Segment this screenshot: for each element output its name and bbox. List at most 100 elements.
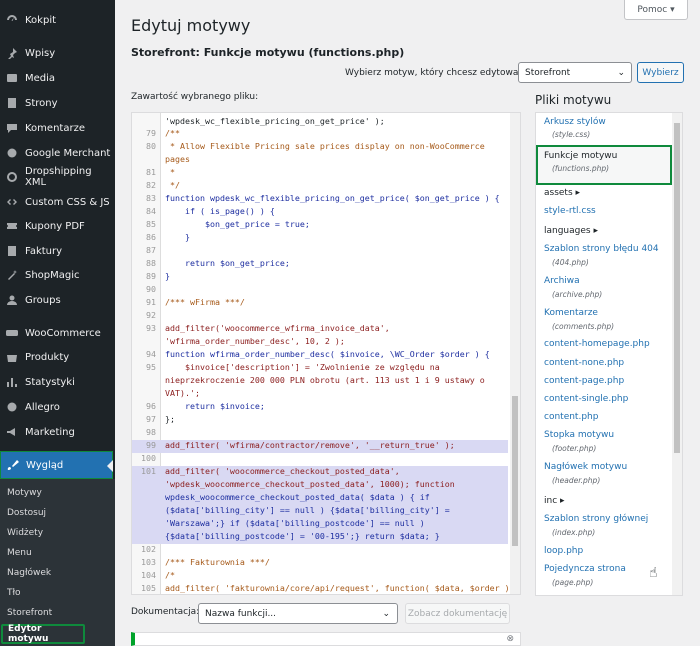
menu-label: Komentarze: [25, 122, 85, 134]
invoice-icon: [6, 245, 18, 257]
file-link-content-page[interactable]: content-page.php: [544, 376, 624, 386]
submenu-item-naglowek[interactable]: Nagłówek: [7, 568, 51, 578]
folder-inc[interactable]: inc ▸: [544, 496, 565, 506]
help-label: Pomoc: [637, 4, 668, 15]
file-subname: (header.php): [552, 476, 601, 485]
file-subname: (style.css): [552, 130, 591, 139]
file-link-style-rtl[interactable]: style-rtl.css: [544, 206, 596, 216]
magic-icon: [6, 269, 18, 281]
file-link-index[interactable]: Szablon strony głównej: [544, 514, 648, 524]
files-scrollbar[interactable]: [672, 113, 682, 595]
file-link-page[interactable]: Pojedyncza strona: [544, 564, 626, 574]
code-line-selected: 'Warszawa';} if ($data['billing_postcode…: [132, 518, 508, 531]
file-link-style-css[interactable]: Arkusz stylów: [544, 117, 606, 127]
file-link-loop[interactable]: loop.php: [544, 546, 583, 556]
submenu-item-tlo[interactable]: Tło: [7, 588, 21, 598]
file-subtitle: Storefront: Funkcje motywu (functions.ph…: [131, 46, 405, 59]
file-link-comments[interactable]: Komentarze: [544, 308, 598, 318]
menu-item-produkty[interactable]: Produkty: [0, 345, 115, 369]
menu-item-dropshipping[interactable]: Dropshipping XML: [0, 165, 115, 189]
coupon-icon: [6, 220, 18, 232]
help-button[interactable]: Pomoc ▾: [624, 0, 688, 20]
menu-item-kupony[interactable]: Kupony PDF: [0, 214, 115, 238]
menu-item-woocommerce[interactable]: WooCommerce: [0, 321, 115, 345]
hand-cursor-icon: ☝: [649, 565, 658, 581]
menu-label: Allegro: [25, 401, 60, 413]
submenu-item-edytor-motywu[interactable]: Edytor motywu: [1, 624, 85, 644]
menu-label: Wpisy: [25, 47, 56, 59]
notice-box: ⊗: [131, 632, 521, 646]
file-subname: (index.php): [552, 528, 596, 537]
menu-label: Strony: [25, 97, 58, 109]
media-icon: [6, 72, 18, 84]
menu-label: Dropshipping XML: [25, 166, 92, 188]
stats-icon: [6, 376, 18, 388]
menu-item-marketing[interactable]: Marketing: [0, 420, 115, 444]
menu-item-komentarze[interactable]: Komentarze: [0, 116, 115, 140]
file-link-404[interactable]: Szablon strony błędu 404: [544, 244, 659, 254]
file-link-content[interactable]: content.php: [544, 412, 598, 422]
file-link-content-single[interactable]: content-single.php: [544, 394, 628, 404]
folder-languages[interactable]: languages ▸: [544, 226, 598, 236]
choose-theme-label: Wybierz motyw, który chcesz edytować:: [345, 68, 527, 78]
code-editor[interactable]: 'wpdesk_wc_flexible_pricing_on_get_price…: [131, 112, 521, 595]
menu-item-media[interactable]: Media: [0, 66, 115, 90]
theme-files-title: Pliki motywu: [535, 93, 612, 107]
editor-scrollbar[interactable]: [510, 113, 520, 594]
submenu-item-widzety[interactable]: Widżety: [7, 528, 43, 538]
menu-item-allegro[interactable]: Allegro: [0, 395, 115, 419]
menu-label: Produkty: [25, 351, 70, 363]
file-link-footer[interactable]: Stopka motywu: [544, 430, 614, 440]
function-name-select[interactable]: Nazwa funkcji... ⌄: [198, 603, 398, 624]
submenu-item-motywy[interactable]: Motywy: [7, 488, 42, 498]
file-link-header[interactable]: Nagłówek motywu: [544, 462, 627, 472]
folder-assets[interactable]: assets ▸: [544, 188, 580, 198]
file-subname: (comments.php): [552, 322, 615, 331]
menu-label: ShopMagic: [25, 269, 80, 281]
file-link-archive[interactable]: Archiwa: [544, 276, 580, 286]
menu-label: Faktury: [25, 245, 63, 257]
comment-icon: [6, 122, 18, 134]
close-icon[interactable]: ⊗: [506, 634, 514, 644]
editor-scrollbar-thumb[interactable]: [512, 396, 518, 546]
menu-item-strony[interactable]: Strony: [0, 91, 115, 115]
view-documentation-button[interactable]: Zobacz dokumentację: [405, 603, 510, 624]
menu-label: Wygląd: [26, 459, 64, 471]
file-subname: (functions.php): [552, 164, 610, 173]
woocommerce-icon: [6, 327, 18, 339]
menu-label: Media: [25, 72, 56, 84]
submenu-item-menu[interactable]: Menu: [7, 548, 32, 558]
menu-item-faktury[interactable]: Faktury: [0, 239, 115, 263]
menu-item-custom-css[interactable]: Custom CSS & JS: [0, 190, 115, 214]
groups-icon: [6, 294, 18, 306]
menu-item-groups[interactable]: Groups: [0, 288, 115, 312]
menu-item-wyglad[interactable]: Wygląd: [0, 451, 113, 479]
dashboard-icon: [6, 14, 18, 26]
file-link-content-none[interactable]: content-none.php: [544, 358, 624, 368]
menu-label: Kokpit: [25, 14, 57, 26]
menu-item-wpisy[interactable]: Wpisy: [0, 41, 115, 65]
current-menu-arrow: [107, 460, 113, 472]
menu-item-shopmagic[interactable]: ShopMagic: [0, 263, 115, 287]
theme-select[interactable]: Storefront ⌄: [518, 62, 632, 83]
submenu-item-dostosuj[interactable]: Dostosuj: [7, 508, 46, 518]
file-link-content-homepage[interactable]: content-homepage.php: [544, 339, 650, 349]
dropshipping-icon: [6, 171, 18, 183]
menu-item-kokpit[interactable]: Kokpit: [0, 8, 115, 32]
google-merchant-icon: [6, 147, 18, 159]
file-subname: (404.php): [552, 258, 589, 267]
file-subname: (archive.php): [552, 290, 603, 299]
brush-icon: [7, 459, 19, 471]
marketing-icon: [6, 426, 18, 438]
menu-item-google-merchant[interactable]: Google Merchant: [0, 141, 115, 165]
file-link-functions-php[interactable]: Funkcje motywu: [544, 151, 617, 161]
submenu-item-storefront[interactable]: Storefront: [7, 608, 52, 618]
page-title: Edytuj motywy: [131, 16, 251, 35]
choose-theme-button[interactable]: Wybierz: [637, 62, 684, 83]
menu-label: Marketing: [25, 426, 75, 438]
file-subname: (footer.php): [552, 444, 597, 453]
menu-item-statystyki[interactable]: Statystyki: [0, 370, 115, 394]
menu-label: Custom CSS & JS: [25, 196, 110, 208]
code-line-selected: ($data['billing_city'] == null ) {$data[…: [132, 505, 508, 518]
files-scrollbar-thumb[interactable]: [674, 123, 680, 453]
